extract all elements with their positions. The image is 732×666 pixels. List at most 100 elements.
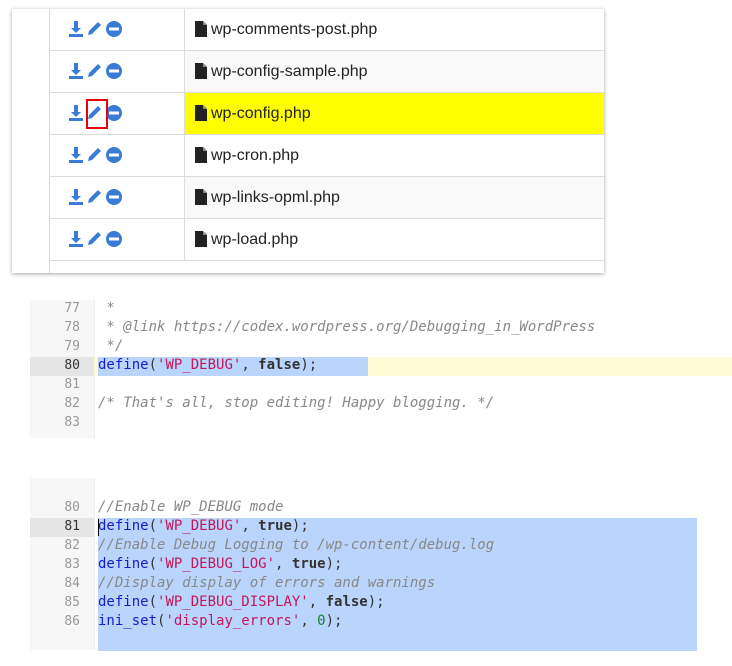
code-text: * @link https://codex.wordpress.org/Debu… xyxy=(98,319,596,335)
pencil-icon[interactable] xyxy=(85,62,103,80)
minus-circle-icon[interactable] xyxy=(105,62,123,80)
punctuation: ( xyxy=(148,357,158,373)
line-number: 77 xyxy=(64,301,80,316)
function-name: ini_set xyxy=(98,613,158,629)
function-name: define xyxy=(98,594,149,610)
file-row[interactable]: wp-comments-post.php xyxy=(49,9,604,51)
code-line: 86 ini_set('display_errors', 0); xyxy=(0,613,732,632)
file-icon xyxy=(195,21,207,37)
file-row[interactable]: wp-links-opml.php xyxy=(49,177,604,219)
download-icon[interactable] xyxy=(67,146,85,164)
line-number: 83 xyxy=(64,415,80,430)
punctuation: ); xyxy=(325,613,343,629)
row-actions xyxy=(49,135,185,176)
code-line: 80 //Enable WP_DEBUG mode xyxy=(0,499,732,518)
file-manager-panel: wp-comments-post.php wp-config-sample.ph… xyxy=(12,9,604,273)
code-text: ini_set('display_errors', 0); xyxy=(98,613,343,629)
function-name: define xyxy=(98,518,149,534)
panel-left-column xyxy=(12,9,50,273)
punctuation: , xyxy=(241,357,259,373)
file-name-cell[interactable]: wp-config.php xyxy=(185,93,604,134)
line-number: 81 xyxy=(64,519,80,534)
file-name-cell[interactable]: wp-load.php xyxy=(185,219,604,260)
code-comment: //Enable WP_DEBUG mode xyxy=(98,499,284,515)
line-number: 82 xyxy=(64,538,80,553)
download-icon[interactable] xyxy=(67,104,85,122)
code-text: */ xyxy=(98,338,124,354)
line-number: 80 xyxy=(64,500,80,515)
code-comment: //Display display of errors and warnings xyxy=(98,575,436,591)
line-number: 85 xyxy=(64,595,80,610)
code-line: 84 //Display display of errors and warni… xyxy=(0,575,732,594)
line-number: 84 xyxy=(64,576,80,591)
file-icon xyxy=(195,63,207,79)
line-number: 83 xyxy=(64,557,80,572)
row-actions xyxy=(49,177,185,218)
file-name-cell[interactable]: wp-links-opml.php xyxy=(185,177,604,218)
file-row[interactable]: wp-load.php xyxy=(49,219,604,261)
pencil-icon[interactable] xyxy=(85,230,103,248)
minus-circle-icon[interactable] xyxy=(105,146,123,164)
top-cutoff-strip xyxy=(0,0,732,8)
file-row[interactable]: wp-config-sample.php xyxy=(49,51,604,93)
code-line: 85 define('WP_DEBUG_DISPLAY', false); xyxy=(0,594,732,613)
string-literal: 'WP_DEBUG_DISPLAY' xyxy=(157,594,309,610)
code-comment: //Enable Debug Logging to /wp-content/de… xyxy=(98,537,495,553)
file-row-selected[interactable]: wp-config.php xyxy=(49,93,604,135)
file-name-cell[interactable]: wp-comments-post.php xyxy=(185,9,604,50)
file-name: wp-cron.php xyxy=(211,147,300,164)
code-line: 82 //Enable Debug Logging to /wp-content… xyxy=(0,537,732,556)
download-icon[interactable] xyxy=(67,230,85,248)
string-literal: 'WP_DEBUG_LOG' xyxy=(157,556,276,572)
string-literal: 'display_errors' xyxy=(165,613,301,629)
code-text: define('WP_DEBUG', false); xyxy=(98,357,317,373)
code-line: 79 */ xyxy=(0,338,732,357)
row-actions xyxy=(49,219,185,260)
file-name-cell[interactable]: wp-config-sample.php xyxy=(185,51,604,92)
line-number: 82 xyxy=(64,396,80,411)
file-name: wp-links-opml.php xyxy=(211,189,340,206)
download-icon[interactable] xyxy=(67,188,85,206)
file-name: wp-config-sample.php xyxy=(211,63,368,80)
string-literal: 'WP_DEBUG' xyxy=(157,518,242,534)
minus-circle-icon[interactable] xyxy=(105,188,123,206)
minus-circle-icon[interactable] xyxy=(105,230,123,248)
string-literal: 'WP_DEBUG' xyxy=(157,357,242,373)
code-line: 83 define('WP_DEBUG_LOG', true); xyxy=(0,556,732,575)
code-editor-original: 77 * 78 * @link https://codex.wordpress.… xyxy=(0,300,732,438)
boolean-literal: true xyxy=(258,518,292,534)
file-name: wp-comments-post.php xyxy=(211,21,378,38)
line-number: 79 xyxy=(64,339,80,354)
number-literal: 0 xyxy=(317,613,326,629)
code-line: 82 /* That's all, stop editing! Happy bl… xyxy=(0,395,732,414)
line-number: 86 xyxy=(64,614,80,629)
code-text: define('WP_DEBUG', true); xyxy=(98,518,309,534)
punctuation: ); xyxy=(291,518,309,534)
code-text: * xyxy=(98,300,115,316)
file-name: wp-config.php xyxy=(211,105,311,122)
line-number: 81 xyxy=(64,377,80,392)
code-text: define('WP_DEBUG_LOG', true); xyxy=(98,556,343,572)
text-cursor xyxy=(98,519,99,536)
line-number: 80 xyxy=(64,358,80,373)
row-actions xyxy=(49,51,185,92)
pencil-icon[interactable] xyxy=(85,188,103,206)
punctuation: ); xyxy=(325,556,343,572)
minus-circle-icon[interactable] xyxy=(105,20,123,38)
pencil-icon[interactable] xyxy=(85,20,103,38)
punctuation: ); xyxy=(300,357,318,373)
download-icon[interactable] xyxy=(67,62,85,80)
row-actions xyxy=(49,93,185,134)
boolean-literal: true xyxy=(291,556,326,572)
file-name-cell[interactable]: wp-cron.php xyxy=(185,135,604,176)
file-name: wp-load.php xyxy=(211,231,299,248)
download-icon[interactable] xyxy=(67,20,85,38)
code-line: 77 * xyxy=(0,300,732,319)
pencil-icon[interactable] xyxy=(85,146,103,164)
edit-icon-highlight-box xyxy=(86,99,108,129)
line-number: 78 xyxy=(64,320,80,335)
file-row[interactable]: wp-cron.php xyxy=(49,135,604,177)
file-icon xyxy=(195,189,207,205)
code-line-active: 80 define('WP_DEBUG', false); xyxy=(0,357,732,376)
code-text: define('WP_DEBUG_DISPLAY', false); xyxy=(98,594,385,610)
